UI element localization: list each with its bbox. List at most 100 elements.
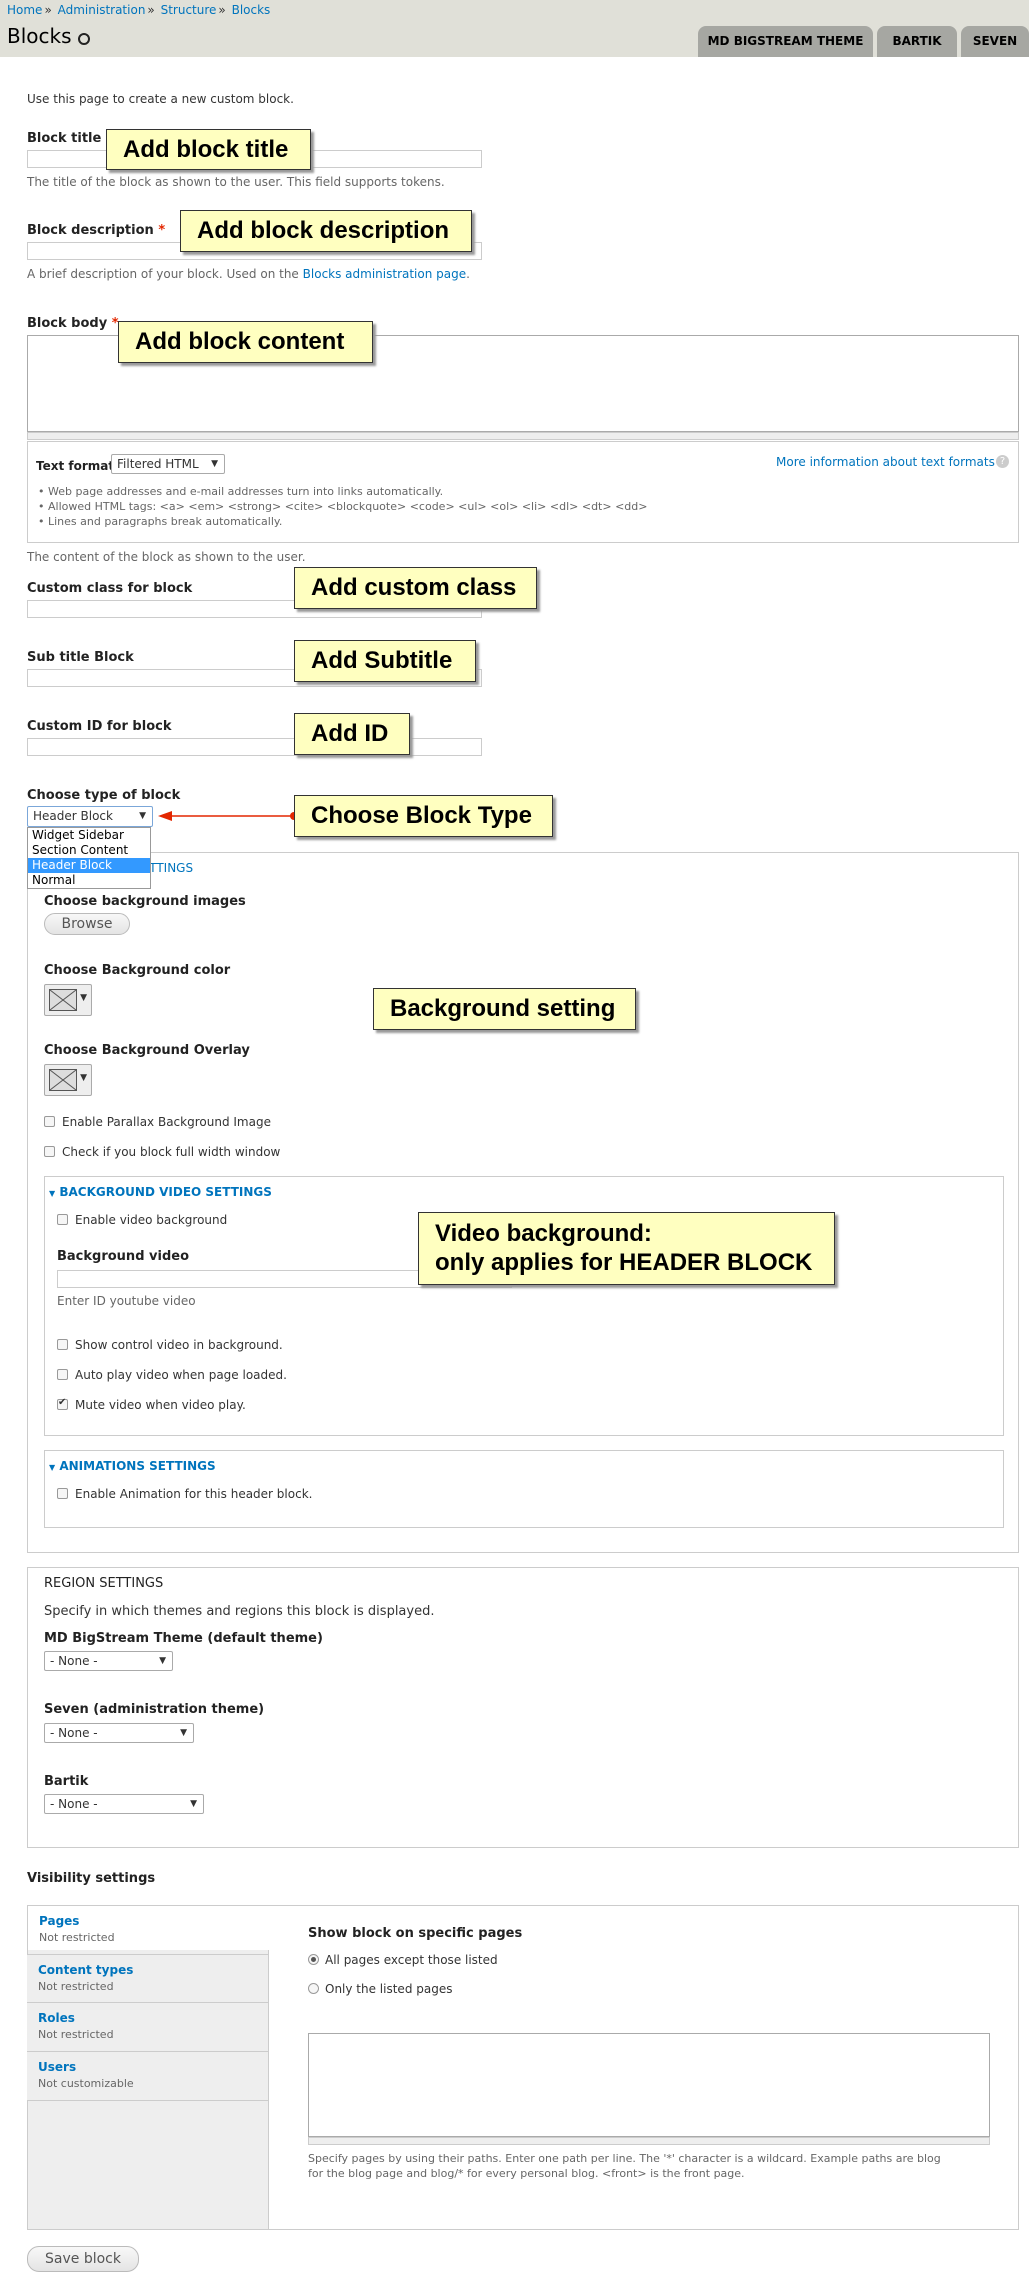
breadcrumb-administration[interactable]: Administration [58,3,146,17]
callout-video-line-1: Video background: [435,1220,652,1247]
callout-add-id: Add ID [294,713,410,755]
blocks-admin-link[interactable]: Blocks administration page [303,267,466,281]
page-title: Blocks [7,24,72,48]
vertical-tab-summary: Not restricted [38,2028,114,2041]
pages-help-line-1: Specify pages by using their paths. Ente… [308,2152,941,2165]
radio-all-pages-label: All pages except those listed [325,1953,498,1967]
show-control-label: Show control video in background. [75,1338,283,1352]
help-icon[interactable]: ? [996,455,1009,468]
pages-help-line-2: for the blog page and blog/* for every p… [308,2167,745,2180]
video-settings-fieldset: ▼ BACKGROUND VIDEO SETTINGS Enable video… [44,1176,1004,1436]
callout-arrow-icon [158,811,298,821]
textarea-grippie[interactable] [308,2137,990,2145]
background-color-picker[interactable]: ▼ [44,984,92,1016]
tab-bartik[interactable]: BARTIK [877,26,957,57]
pages-heading: Show block on specific pages [308,1926,523,1941]
region-theme-label: Bartik [44,1774,89,1789]
chevron-down-icon: ▼ [80,993,87,1003]
vertical-tab-title: Users [38,2060,77,2074]
tab-seven[interactable]: SEVEN [961,26,1029,57]
background-video-label: Background video [57,1249,190,1264]
enable-video-checkbox[interactable] [57,1214,68,1225]
background-overlay-picker[interactable]: ▼ [44,1064,92,1096]
show-control-checkbox[interactable] [57,1339,68,1350]
text-format-select[interactable]: Filtered HTML ▼ [111,454,225,474]
sub-title-label: Sub title Block [27,650,134,665]
vertical-tab-title: Roles [38,2011,75,2025]
region-theme-select-bartik[interactable]: - None - ▼ [44,1794,204,1814]
block-type-label: Choose type of block [27,788,181,803]
enable-animation-label: Enable Animation for this header block. [75,1487,313,1501]
region-theme-select-md-bigstream[interactable]: - None - ▼ [44,1651,173,1671]
text-format-label: Text format [36,459,115,473]
text-format-tip-2: • Allowed HTML tags: <a> <em> <strong> <… [38,500,648,513]
background-video-help: Enter ID youtube video [57,1294,196,1308]
vertical-tab-users[interactable]: Users Not customizable [27,2052,268,2101]
enable-animation-checkbox[interactable] [57,1488,68,1499]
parallax-checkbox[interactable] [44,1116,55,1127]
vertical-tab-summary: Not restricted [38,1980,114,1993]
vertical-tab-title: Pages [39,1914,80,1928]
background-images-label: Choose background images [44,894,246,909]
more-info-text-formats-link[interactable]: More information about text formats [776,455,995,469]
vertical-tab-title: Content types [38,1963,134,1977]
page-header: Home» Administration» Structure» Blocks … [0,0,1029,57]
callout-add-custom-class: Add custom class [294,567,537,609]
pages-textarea[interactable] [308,2033,990,2137]
background-overlay-label: Choose Background Overlay [44,1043,250,1058]
full-width-label: Check if you block full width window [62,1145,281,1159]
callout-choose-block-type: Choose Block Type [294,795,553,837]
visibility-settings-title: Visibility settings [27,1871,156,1886]
block-type-option-selected[interactable]: Header Block [28,858,150,873]
text-format-wrapper: Text format Filtered HTML ▼ More informat… [27,441,1019,543]
breadcrumb-structure[interactable]: Structure [161,3,217,17]
block-body-label: Block body * [27,316,119,331]
block-description-label: Block description * [27,223,166,238]
intro-text: Use this page to create a new custom blo… [27,92,294,106]
animations-fieldset: ▼ ANIMATIONS SETTINGS Enable Animation f… [44,1450,1004,1528]
breadcrumb: Home» Administration» Structure» Blocks [7,3,271,17]
region-theme-select-seven[interactable]: - None - ▼ [44,1723,194,1743]
mute-label: Mute video when video play. [75,1398,246,1412]
mute-checkbox[interactable] [57,1397,68,1410]
radio-all-pages-except[interactable] [308,1954,319,1965]
browse-button[interactable]: Browse [44,913,130,935]
custom-id-input[interactable] [27,738,482,756]
breadcrumb-blocks[interactable]: Blocks [232,3,271,17]
region-theme-label: MD BigStream Theme (default theme) [44,1631,323,1646]
custom-id-label: Custom ID for block [27,719,172,734]
animations-legend[interactable]: ▼ ANIMATIONS SETTINGS [49,1459,216,1473]
save-block-button[interactable]: Save block [27,2246,139,2272]
breadcrumb-home[interactable]: Home [7,3,42,17]
background-settings-fieldset: SETTINGS Choose background images Browse… [27,852,1019,1553]
enable-video-label: Enable video background [75,1213,228,1227]
color-swatch-icon [49,989,77,1011]
radio-only-listed[interactable] [308,1983,319,1994]
callout-add-block-title: Add block title [106,129,311,170]
region-settings-fieldset: REGION SETTINGS Specify in which themes … [27,1567,1019,1848]
parallax-label: Enable Parallax Background Image [62,1115,271,1129]
autoplay-checkbox[interactable] [57,1369,68,1380]
block-title-help: The title of the block as shown to the u… [27,175,445,189]
vertical-tab-summary: Not restricted [39,1931,115,1944]
block-type-select[interactable]: Header Block ▼ [27,806,153,827]
custom-class-label: Custom class for block [27,581,193,596]
vertical-tab-roles[interactable]: Roles Not restricted [27,2003,268,2052]
background-color-label: Choose Background color [44,963,231,978]
add-shortcut-icon[interactable] [78,33,90,45]
text-format-tip-1: • Web page addresses and e-mail addresse… [38,485,444,498]
vertical-tab-pages[interactable]: Pages Not restricted [28,1906,269,1950]
vertical-tab-content-types[interactable]: Content types Not restricted [27,1954,268,2003]
block-type-option[interactable]: Widget Sidebar [28,828,150,843]
autoplay-label: Auto play video when page loaded. [75,1368,287,1382]
block-type-option[interactable]: Normal [28,873,150,888]
callout-background-setting: Background setting [373,988,636,1030]
full-width-checkbox[interactable] [44,1146,55,1157]
color-swatch-icon [49,1069,77,1091]
block-type-option[interactable]: Section Content [28,843,150,858]
tab-md-bigstream-theme[interactable]: MD BIGSTREAM THEME [698,26,873,57]
video-settings-legend[interactable]: ▼ BACKGROUND VIDEO SETTINGS [49,1185,272,1199]
region-settings-desc: Specify in which themes and regions this… [44,1604,435,1619]
textarea-grippie[interactable] [27,432,1019,440]
region-settings-legend: REGION SETTINGS [44,1576,164,1591]
